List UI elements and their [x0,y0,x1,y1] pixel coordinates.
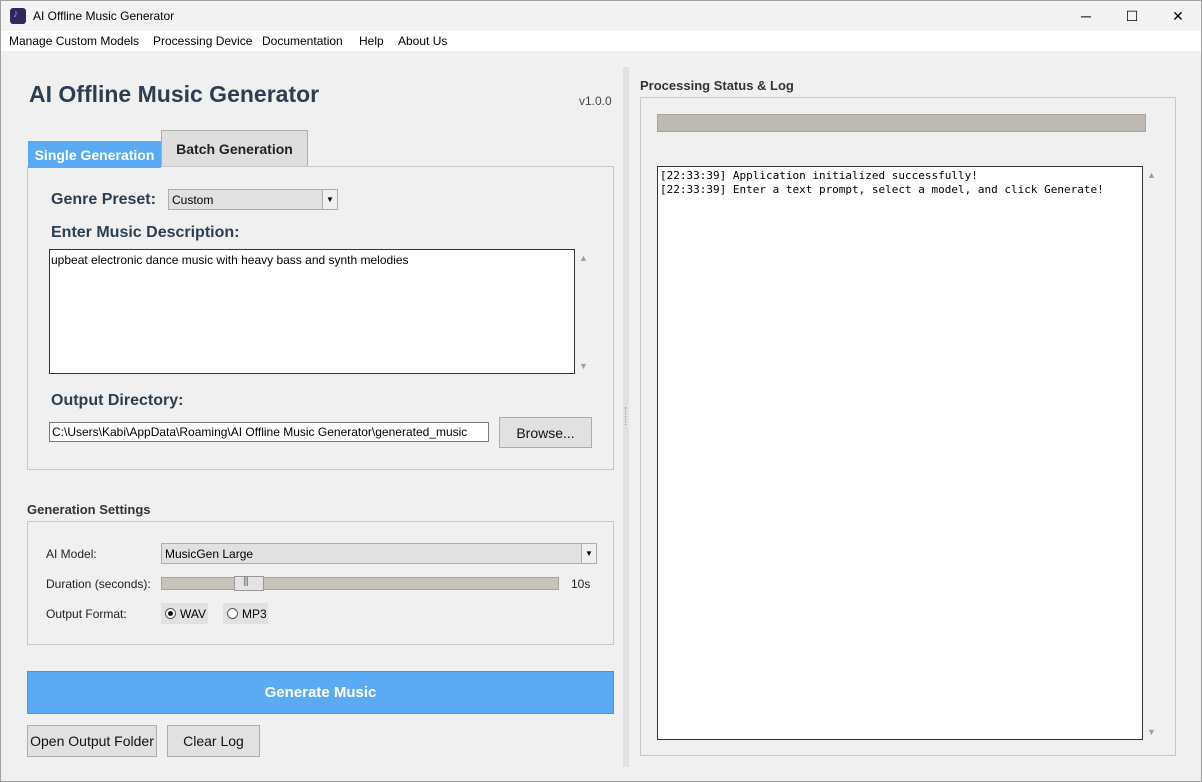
duration-slider-track[interactable] [161,577,559,590]
generation-settings-title: Generation Settings [27,502,151,517]
progress-bar [657,114,1146,132]
chevron-down-icon: ▼ [581,544,596,563]
radio-unselected-icon [227,608,238,619]
window-title: AI Offline Music Generator [33,9,175,23]
output-directory-label: Output Directory: [51,392,184,409]
app-music-icon [10,8,26,24]
ai-model-label: AI Model: [46,547,97,561]
page-title: AI Offline Music Generator [29,81,320,107]
menu-processing-device[interactable]: Processing Device [153,34,252,48]
format-radio-wav[interactable]: WAV [161,603,208,624]
description-label: Enter Music Description: [51,224,240,241]
maximize-button[interactable]: ☐ [1109,1,1155,31]
status-log-title: Processing Status & Log [640,78,794,93]
tab-single-generation[interactable]: Single Generation [28,141,161,168]
duration-slider-handle[interactable] [234,576,264,591]
log-line: [22:33:39] Application initialized succe… [660,169,978,182]
menu-help[interactable]: Help [359,34,384,48]
format-wav-label: WAV [180,606,206,621]
menu-manage-custom-models[interactable]: Manage Custom Models [9,34,139,48]
radio-selected-icon [165,608,176,619]
scroll-down-icon[interactable]: ▼ [1147,727,1156,737]
log-line: [22:33:39] Enter a text prompt, select a… [660,183,1104,196]
scroll-down-icon[interactable]: ▼ [579,361,588,371]
genre-preset-label: Genre Preset: [51,191,156,208]
format-mp3-label: MP3 [242,606,267,621]
ai-model-select[interactable]: MusicGen Large ▼ [161,543,597,564]
title-bar: AI Offline Music Generator ─ ☐ ✕ [1,1,1201,31]
description-textarea[interactable]: upbeat electronic dance music with heavy… [49,249,575,374]
generate-music-button[interactable]: Generate Music [27,671,614,714]
menu-bar: Manage Custom Models Processing Device D… [1,31,1201,51]
open-output-folder-button[interactable]: Open Output Folder [27,725,157,757]
menu-documentation[interactable]: Documentation [262,34,343,48]
duration-value: 10s [571,577,591,591]
version-label: v1.0.0 [579,94,612,108]
log-output[interactable]: [22:33:39] Application initialized succe… [657,166,1143,740]
output-format-label: Output Format: [46,607,127,621]
scroll-up-icon[interactable]: ▲ [579,253,588,263]
menu-about-us[interactable]: About Us [398,34,447,48]
genre-preset-value: Custom [172,192,214,207]
format-radio-mp3[interactable]: MP3 [223,603,268,624]
chevron-down-icon: ▼ [322,190,337,209]
genre-preset-select[interactable]: Custom ▼ [168,189,338,210]
clear-log-button[interactable]: Clear Log [167,725,260,757]
ai-model-value: MusicGen Large [165,546,254,561]
tab-batch-generation[interactable]: Batch Generation [161,130,308,167]
duration-label: Duration (seconds): [46,577,151,591]
output-directory-input[interactable]: C:\Users\Kabi\AppData\Roaming\AI Offline… [49,422,489,442]
close-button[interactable]: ✕ [1155,1,1201,31]
scroll-up-icon[interactable]: ▲ [1147,170,1156,180]
app-window: AI Offline Music Generator ─ ☐ ✕ Manage … [0,0,1202,782]
splitter-grip-icon [625,407,627,425]
minimize-button[interactable]: ─ [1063,1,1109,31]
browse-button[interactable]: Browse... [499,417,592,448]
